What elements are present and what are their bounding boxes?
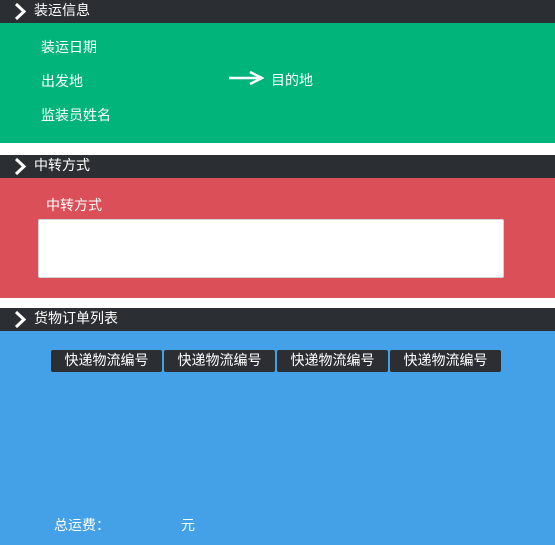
arrow-right-icon: [229, 71, 264, 85]
section-header-orders: 货物订单列表: [0, 308, 555, 331]
chevron-right-icon: [14, 310, 27, 329]
section-title: 货物订单列表: [34, 311, 118, 327]
shipping-panel: 装运日期 出发地 目的地 监装员姓名: [0, 23, 555, 143]
tracking-number-button-1[interactable]: 快递物流编号: [51, 350, 162, 372]
tracking-number-button-2[interactable]: 快递物流编号: [164, 350, 275, 372]
total-freight-label: 总运费：: [54, 518, 110, 534]
transfer-method-input[interactable]: [38, 219, 504, 278]
section-header-transfer: 中转方式: [0, 155, 555, 178]
chevron-right-icon: [14, 157, 27, 176]
section-title: 装运信息: [34, 3, 90, 19]
chevron-right-icon: [14, 2, 27, 21]
section-title: 中转方式: [34, 158, 90, 174]
shipping-date-label: 装运日期: [41, 40, 97, 56]
transfer-panel: 中转方式: [0, 178, 555, 298]
tracking-number-button-4[interactable]: 快递物流编号: [390, 350, 501, 372]
supervisor-name-label: 监装员姓名: [41, 108, 111, 124]
orders-panel: 快递物流编号 快递物流编号 快递物流编号 快递物流编号 总运费： 元: [0, 331, 555, 545]
tracking-number-button-3[interactable]: 快递物流编号: [277, 350, 388, 372]
section-header-shipping: 装运信息: [0, 0, 555, 23]
transfer-method-label: 中转方式: [46, 198, 102, 214]
origin-label: 出发地: [41, 74, 83, 90]
destination-label: 目的地: [271, 73, 313, 89]
currency-unit: 元: [181, 518, 195, 534]
